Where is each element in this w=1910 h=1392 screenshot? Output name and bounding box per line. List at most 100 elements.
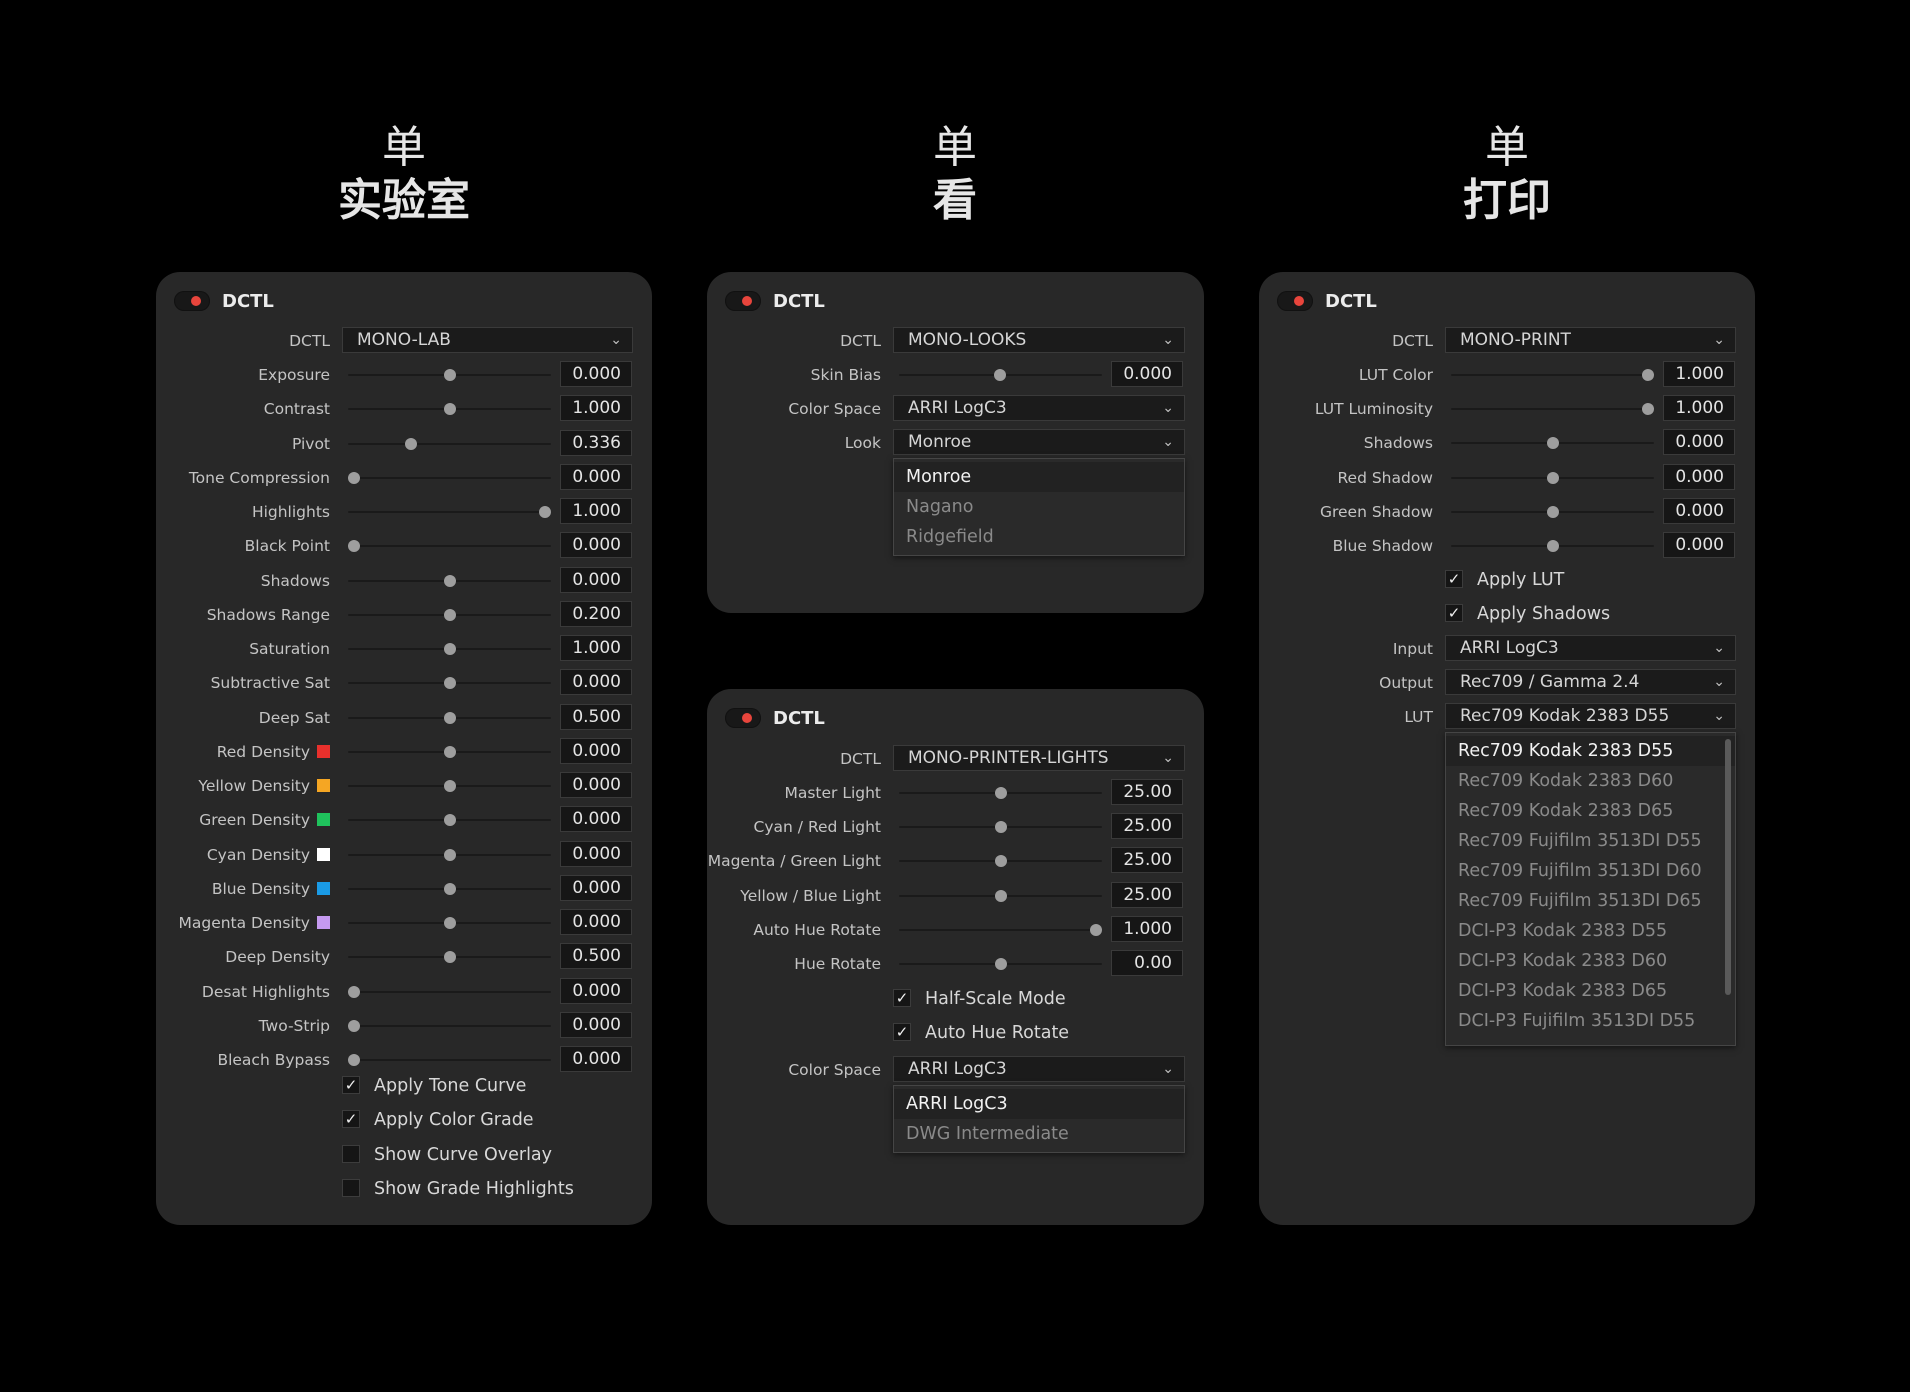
value-field[interactable]: 1.000 [560, 498, 632, 524]
slider-knob[interactable] [1546, 471, 1559, 484]
output-dropdown[interactable]: Rec709 / Gamma 2.4 ⌄ [1445, 669, 1736, 695]
slider-track[interactable] [348, 643, 551, 655]
slider-track[interactable] [348, 745, 551, 758]
value-field[interactable]: 0.000 [1663, 463, 1735, 490]
slider-knob[interactable] [1546, 437, 1559, 450]
slider-knob[interactable] [443, 643, 456, 655]
slider-knob[interactable] [405, 437, 418, 450]
slider-knob[interactable] [348, 1019, 360, 1032]
slider-knob[interactable] [443, 745, 456, 758]
menu-option[interactable]: Rec709 Kodak 2383 D55 [1446, 736, 1735, 766]
slider-knob[interactable] [348, 540, 360, 553]
value-field[interactable]: 25.00 [1111, 847, 1183, 874]
slider-knob[interactable] [443, 848, 456, 861]
checkbox-row-auto-hue-rotate[interactable]: ✓ Auto Hue Rotate [707, 1019, 1204, 1047]
menu-option[interactable]: Rec709 Kodak 2383 D60 [1446, 766, 1735, 796]
slider-knob[interactable] [443, 369, 456, 381]
value-field[interactable]: 0.000 [1663, 532, 1735, 558]
value-field[interactable]: 0.000 [560, 909, 632, 935]
color-space-dropdown[interactable]: ARRI LogC3 ⌄ [893, 1056, 1185, 1082]
slider-track[interactable] [348, 985, 551, 998]
enable-toggle[interactable] [174, 291, 210, 311]
value-field[interactable]: 1.000 [1663, 395, 1735, 422]
slider-track[interactable] [1451, 505, 1654, 518]
slider-knob[interactable] [348, 985, 360, 998]
slider-knob[interactable] [443, 882, 456, 895]
checkbox-row-apply-color-grade[interactable]: ✓ Apply Color Grade [156, 1106, 652, 1134]
checkbox-row-apply-tone-curve[interactable]: ✓ Apply Tone Curve [156, 1072, 652, 1100]
checkbox[interactable]: ✓ [342, 1076, 360, 1094]
slider-track[interactable] [348, 677, 551, 690]
menu-option[interactable]: ARRI LogC3 [894, 1089, 1184, 1119]
value-field[interactable]: 0.000 [560, 977, 632, 1004]
value-field[interactable]: 0.00 [1111, 950, 1183, 976]
menu-option[interactable]: DCI-P3 Kodak 2383 D65 [1446, 976, 1735, 1006]
slider-track[interactable] [348, 471, 551, 484]
value-field[interactable]: 0.000 [560, 1011, 632, 1038]
slider-knob[interactable] [539, 506, 551, 518]
menu-option[interactable]: Rec709 Fujifilm 3513DI D55 [1446, 826, 1735, 856]
checkbox-row-apply-lut[interactable]: ✓ Apply LUT [1259, 566, 1755, 594]
checkbox[interactable]: ✓ [1445, 570, 1463, 588]
slider-knob[interactable] [994, 855, 1007, 868]
enable-toggle[interactable] [1277, 291, 1313, 311]
value-field[interactable]: 0.500 [560, 943, 632, 970]
slider-track[interactable] [348, 574, 551, 587]
value-field[interactable]: 1.000 [1663, 361, 1735, 387]
slider-track[interactable] [348, 403, 551, 416]
slider-track[interactable] [348, 437, 551, 450]
slider-track[interactable] [348, 1019, 551, 1032]
slider-track[interactable] [899, 958, 1102, 970]
slider-knob[interactable] [443, 608, 456, 621]
slider-knob[interactable] [348, 471, 360, 484]
slider-knob[interactable] [994, 369, 1006, 381]
checkbox-row-show-curve-overlay[interactable]: Show Curve Overlay [156, 1141, 652, 1169]
look-dropdown[interactable]: Monroe ⌄ [893, 429, 1185, 455]
slider-track[interactable] [348, 917, 551, 929]
menu-option[interactable]: Ridgefield [894, 522, 1184, 552]
slider-knob[interactable] [994, 958, 1007, 970]
checkbox[interactable]: ✓ [1445, 604, 1463, 623]
slider-track[interactable] [348, 848, 551, 861]
value-field[interactable]: 0.000 [560, 1046, 632, 1072]
slider-track[interactable] [348, 540, 551, 553]
menu-option[interactable]: Rec709 Fujifilm 3513DI D60 [1446, 856, 1735, 886]
slider-knob[interactable] [1546, 505, 1559, 518]
dctl-dropdown[interactable]: MONO-LAB ⌄ [342, 327, 633, 353]
slider-knob[interactable] [994, 787, 1007, 799]
input-dropdown[interactable]: ARRI LogC3 ⌄ [1445, 635, 1736, 661]
slider-track[interactable] [1451, 471, 1654, 484]
slider-knob[interactable] [1642, 403, 1654, 416]
value-field[interactable]: 0.500 [560, 703, 632, 730]
slider-knob[interactable] [443, 917, 456, 929]
checkbox-row-half-scale-mode[interactable]: ✓ Half-Scale Mode [707, 985, 1204, 1013]
slider-knob[interactable] [348, 1054, 360, 1066]
slider-track[interactable] [899, 923, 1102, 936]
slider-knob[interactable] [443, 677, 456, 690]
value-field[interactable]: 0.000 [560, 840, 632, 867]
slider-knob[interactable] [443, 951, 456, 964]
slider-knob[interactable] [443, 780, 456, 792]
slider-track[interactable] [348, 506, 551, 518]
slider-track[interactable] [348, 951, 551, 964]
checkbox-row-apply-shadows[interactable]: ✓ Apply Shadows [1259, 600, 1755, 628]
checkbox[interactable]: ✓ [893, 1023, 911, 1042]
slider-knob[interactable] [1546, 540, 1559, 552]
checkbox[interactable]: ✓ [893, 989, 911, 1007]
dctl-dropdown[interactable]: MONO-PRINTER-LIGHTS ⌄ [893, 745, 1185, 771]
dctl-dropdown[interactable]: MONO-PRINT ⌄ [1445, 327, 1736, 353]
slider-track[interactable] [899, 855, 1102, 868]
menu-option[interactable]: Nagano [894, 492, 1184, 522]
slider-knob[interactable] [443, 711, 456, 724]
color-space-dropdown[interactable]: ARRI LogC3 ⌄ [893, 395, 1185, 421]
slider-knob[interactable] [443, 403, 456, 416]
menu-option[interactable]: Rec709 Fujifilm 3513DI D65 [1446, 886, 1735, 916]
value-field[interactable]: 0.000 [560, 874, 632, 901]
slider-track[interactable] [348, 780, 551, 792]
slider-track[interactable] [1451, 437, 1654, 450]
slider-knob[interactable] [1090, 923, 1102, 936]
value-field[interactable]: 0.000 [560, 463, 632, 490]
value-field[interactable]: 0.000 [560, 361, 632, 387]
checkbox[interactable] [342, 1144, 360, 1163]
value-field[interactable]: 0.000 [560, 737, 632, 764]
